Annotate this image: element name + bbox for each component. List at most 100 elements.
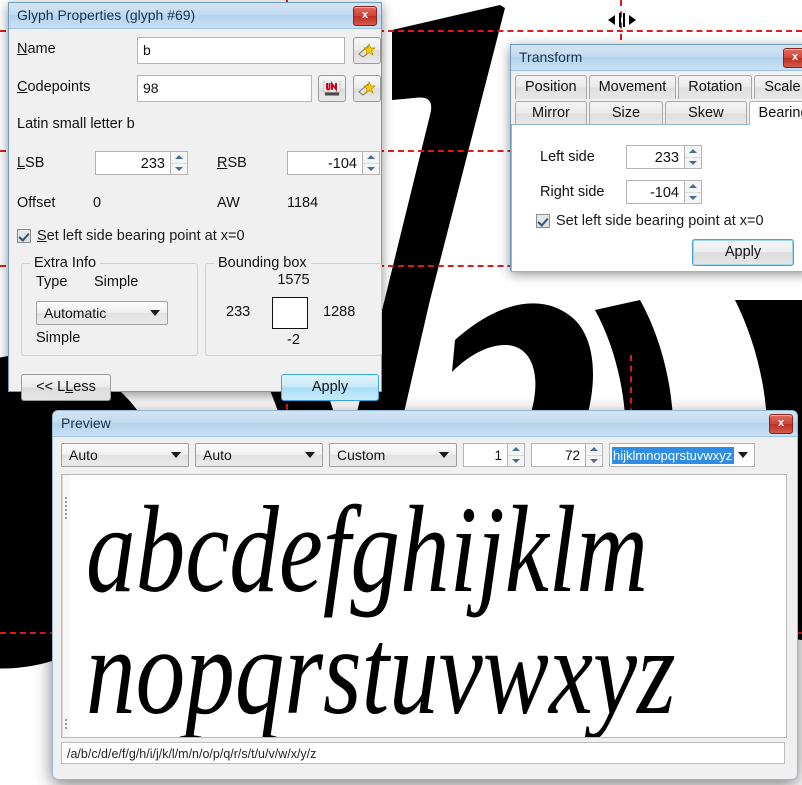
- preview-size-input[interactable]: 72: [531, 443, 585, 467]
- preview-page-stepper[interactable]: 1: [463, 443, 525, 467]
- preview-size-stepper[interactable]: 72: [531, 443, 603, 467]
- extra-info-dropdown[interactable]: Automatic: [36, 301, 168, 325]
- left-side-spin-arrows[interactable]: [684, 145, 702, 169]
- preview-page-input[interactable]: 1: [463, 443, 507, 467]
- extra-info-footer: Simple: [36, 330, 81, 346]
- spin-down-icon[interactable]: [685, 158, 701, 169]
- spin-down-icon[interactable]: [171, 164, 187, 175]
- rsb-spin-arrows[interactable]: [362, 151, 380, 175]
- preview-sample-line-2: nopqrstuvwxyz: [86, 603, 676, 738]
- transform-titlebar[interactable]: Transform x: [511, 45, 802, 71]
- chevron-down-icon[interactable]: [150, 310, 160, 316]
- tab-bearings[interactable]: Bearings: [748, 101, 802, 125]
- glyph-properties-titlebar[interactable]: Glyph Properties (glyph #69) x: [9, 3, 381, 29]
- transform-tabs-row-2[interactable]: Mirror Size Skew Bearings: [515, 101, 802, 125]
- lsb-label-text: SB: [25, 155, 45, 171]
- preview-size-spin-arrows[interactable]: [585, 443, 603, 467]
- tab-mirror[interactable]: Mirror: [515, 101, 587, 125]
- name-input[interactable]: b: [137, 37, 345, 64]
- lsb-spin-arrows[interactable]: [170, 151, 188, 175]
- preview-title: Preview: [61, 415, 111, 431]
- tab-rotation[interactable]: Rotation: [678, 75, 753, 99]
- transform-lsb-point-label: Set left side bearing point at x=0: [556, 213, 764, 229]
- transform-dialog[interactable]: Transform x Position Movement Rotation S…: [510, 44, 802, 272]
- checkbox-checked-icon[interactable]: [17, 229, 31, 243]
- aw-value: 1184: [287, 195, 319, 211]
- rsb-accel: R: [217, 155, 228, 171]
- magic-wand-icon[interactable]: [353, 75, 381, 102]
- tab-scale[interactable]: Scale: [754, 75, 802, 99]
- magic-wand-icon[interactable]: [353, 37, 381, 64]
- extra-info-type-value: Simple: [94, 274, 139, 290]
- left-side-stepper[interactable]: 233: [626, 145, 702, 169]
- spin-down-icon[interactable]: [685, 193, 701, 204]
- right-side-stepper[interactable]: -104: [626, 180, 702, 204]
- close-icon[interactable]: x: [783, 47, 802, 68]
- lsb-input[interactable]: 233: [95, 151, 170, 175]
- spin-down-icon[interactable]: [586, 456, 602, 467]
- transform-tabs-row-1[interactable]: Position Movement Rotation Scale: [515, 75, 802, 99]
- spin-up-icon[interactable]: [171, 152, 187, 164]
- tab-size[interactable]: Size: [588, 101, 664, 125]
- left-side-label: Left side: [540, 149, 595, 165]
- glyph-properties-title: Glyph Properties (glyph #69): [17, 7, 196, 23]
- apply-button[interactable]: Apply: [281, 374, 379, 401]
- preview-scroll-strip[interactable]: [62, 475, 70, 737]
- preview-text-input[interactable]: hijklmnopqrstuvwxyz: [612, 446, 734, 464]
- spin-up-icon[interactable]: [685, 181, 701, 193]
- lsb-label: LSB: [17, 155, 44, 171]
- chevron-down-icon[interactable]: [439, 452, 449, 458]
- codepoints-input[interactable]: 98: [137, 75, 312, 102]
- rsb-label-text: SB: [227, 155, 247, 171]
- name-label-text: ame: [27, 41, 56, 57]
- chevron-down-icon[interactable]: [171, 452, 181, 458]
- transform-lsb-point-checkbox[interactable]: Set left side bearing point at x=0: [536, 213, 764, 229]
- lsb-point-label-text: et left side bearing point at x=0: [46, 228, 245, 244]
- tab-movement[interactable]: Movement: [588, 75, 677, 99]
- offset-label: Offset: [17, 195, 56, 211]
- right-side-input[interactable]: -104: [626, 180, 684, 204]
- unicode-logo-glyph: [323, 80, 341, 95]
- preview-sample-line-1: abcdefghijklm: [86, 481, 648, 618]
- preview-window[interactable]: Preview x Auto Auto Custom 1 72 hijklmno…: [52, 410, 798, 780]
- spin-up-icon[interactable]: [685, 146, 701, 158]
- spin-down-icon[interactable]: [508, 456, 524, 467]
- rsb-input[interactable]: -104: [287, 151, 362, 175]
- less-button-label: << LLess: [36, 379, 96, 395]
- close-icon[interactable]: x: [769, 413, 793, 434]
- bbox-bottom-value: -2: [287, 332, 300, 348]
- lsb-point-checkbox-label: Set left side bearing point at x=0: [37, 228, 245, 244]
- spin-down-icon[interactable]: [363, 164, 379, 175]
- spin-up-icon[interactable]: [363, 152, 379, 164]
- checkbox-checked-icon[interactable]: [536, 214, 550, 228]
- lsb-point-checkbox[interactable]: Set left side bearing point at x=0: [17, 228, 245, 244]
- transform-apply-button[interactable]: Apply: [692, 239, 794, 266]
- spin-up-icon[interactable]: [586, 444, 602, 456]
- tab-position[interactable]: Position: [515, 75, 587, 99]
- less-button[interactable]: << LLess: [21, 374, 111, 401]
- preview-combo-2[interactable]: Auto: [195, 443, 323, 467]
- preview-titlebar[interactable]: Preview x: [53, 411, 797, 437]
- chevron-down-icon[interactable]: [305, 452, 315, 458]
- rsb-stepper[interactable]: -104: [287, 151, 380, 175]
- glyph-properties-dialog[interactable]: Glyph Properties (glyph #69) x Name b Co…: [8, 2, 382, 401]
- preview-render-area[interactable]: abcdefghijklm nopqrstuvwxyz: [61, 474, 787, 738]
- preview-combo-1[interactable]: Auto: [61, 443, 189, 467]
- preview-combo-3[interactable]: Custom: [329, 443, 457, 467]
- preview-text-combo[interactable]: hijklmnopqrstuvwxyz: [609, 443, 755, 467]
- preview-page-spin-arrows[interactable]: [507, 443, 525, 467]
- left-side-input[interactable]: 233: [626, 145, 684, 169]
- close-icon[interactable]: x: [353, 5, 377, 26]
- preview-toolbar[interactable]: Auto Auto Custom 1 72 hijklmnopqrstuvwxy…: [61, 443, 789, 467]
- horizontal-resize-cursor-icon: [608, 13, 636, 27]
- tab-skew[interactable]: Skew: [665, 101, 747, 125]
- lsb-stepper[interactable]: 233: [95, 151, 188, 175]
- transform-title: Transform: [519, 49, 583, 65]
- extra-info-dropdown-value: Automatic: [44, 305, 107, 321]
- unicode-icon[interactable]: [318, 75, 346, 102]
- chevron-down-icon[interactable]: [738, 452, 748, 458]
- right-side-spin-arrows[interactable]: [684, 180, 702, 204]
- bbox-top-value: 1575: [277, 272, 310, 288]
- spin-up-icon[interactable]: [508, 444, 524, 456]
- name-accel: N: [17, 41, 28, 57]
